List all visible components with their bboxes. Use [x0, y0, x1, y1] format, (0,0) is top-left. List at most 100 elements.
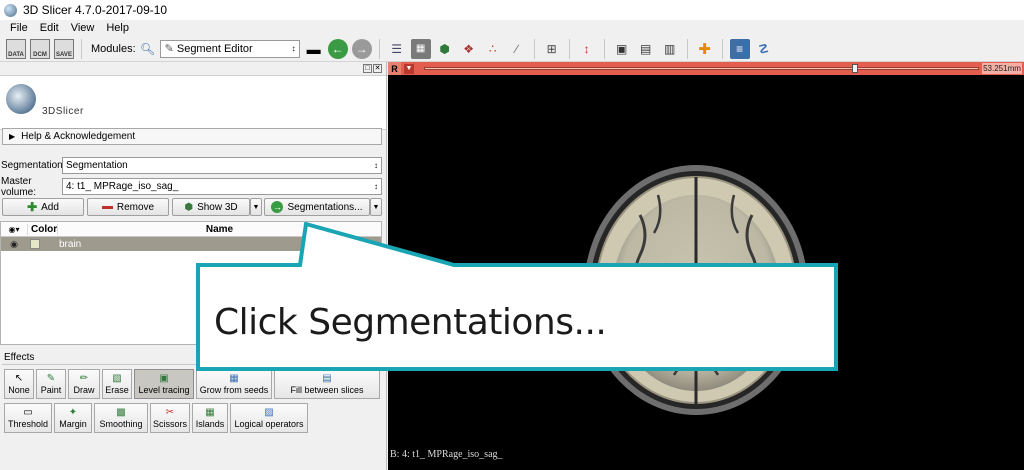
slice-controller-bar: R ▼ 53.251mm	[388, 62, 1024, 75]
load-dicom-button[interactable]: DCM	[30, 38, 50, 59]
segment-color-cell[interactable]	[27, 239, 57, 249]
module-selector[interactable]: ✎ Segment Editor ↕	[159, 39, 300, 58]
main-toolbar: DATA DCM SAVE Modules: 🔍︎ ✎ Segment Edit…	[0, 36, 1024, 62]
effect-grow-from-seeds-button[interactable]: ▦ Grow from seeds	[196, 369, 272, 399]
transforms-module-icon[interactable]: ❖	[459, 39, 479, 59]
islands-icon: ▦	[205, 407, 215, 418]
effect-level-tracing-label: Level tracing	[138, 385, 190, 395]
module-selector-value: Segment Editor	[176, 42, 253, 55]
models-module-icon[interactable]: ⬢	[435, 39, 455, 59]
slicer-logo-area: 3DSlicer	[0, 76, 386, 130]
show-3d-button[interactable]: ⬢ Show 3D	[172, 198, 250, 216]
menu-file[interactable]: File	[4, 22, 34, 34]
back-arrow-icon[interactable]: ←	[327, 38, 348, 59]
load-data-button[interactable]: DATA	[6, 38, 26, 59]
add-segment-label: Add	[41, 201, 59, 213]
effect-logical-operators-label: Logical operators	[234, 419, 304, 429]
segmentations-dropdown-arrow-icon: ▼	[372, 203, 380, 211]
save-label: SAVE	[56, 51, 72, 58]
eye-icon[interactable]: ◉	[1, 239, 27, 250]
save-button[interactable]: SAVE	[54, 38, 74, 59]
editor-module-icon[interactable]: ∕	[507, 39, 527, 59]
segmentation-selector-arrow-icon: ↕	[374, 161, 378, 170]
arrow-cursor-icon: ↖	[14, 373, 24, 384]
python-console-icon[interactable]: ☡	[754, 39, 774, 59]
tutorial-callout	[196, 222, 838, 371]
effect-smoothing-button[interactable]: ▩ Smoothing	[94, 403, 148, 433]
effect-logical-operators-button[interactable]: ▨ Logical operators	[230, 403, 308, 433]
remove-segment-button[interactable]: Remove	[87, 198, 169, 216]
toolbar-separator	[568, 38, 570, 59]
segmentations-button[interactable]: → Segmentations...	[264, 198, 370, 216]
segmentations-dropdown[interactable]: ▼	[370, 198, 382, 216]
slicer-app-icon	[4, 3, 17, 17]
layout-icon[interactable]: ⊞	[542, 39, 562, 59]
paint-brush-icon: ✎	[46, 373, 56, 384]
toolbar-separator	[533, 38, 535, 59]
scene-view-icon[interactable]: ▤	[636, 39, 656, 59]
screenshot-icon[interactable]: ▣	[612, 39, 632, 59]
markups-module-icon[interactable]: ∴	[483, 39, 503, 59]
help-acknowledgement-section[interactable]: ▶ Help & Acknowledgement	[2, 128, 382, 145]
effect-scissors-label: Scissors	[152, 419, 187, 429]
effect-margin-button[interactable]: ✦ Margin	[54, 403, 92, 433]
effect-grow-from-seeds-label: Grow from seeds	[199, 385, 269, 395]
viewer-background-caption: B: 4: t1_ MPRage_iso_sag_	[390, 449, 503, 460]
effect-none-button[interactable]: ↖ None	[4, 369, 34, 399]
modules-label: Modules:	[91, 42, 136, 55]
margin-icon: ✦	[68, 407, 78, 418]
menu-bar: File Edit View Help	[0, 20, 1024, 36]
slice-view-letter: R	[388, 62, 401, 75]
toolbar-separator	[686, 38, 688, 59]
visibility-column-icon: ◉▾	[8, 224, 20, 234]
effect-scissors-button[interactable]: ✂ Scissors	[150, 403, 190, 433]
volumes-module-icon[interactable]: ▦	[410, 38, 431, 59]
scene-view-restore-icon[interactable]: ▥	[660, 39, 680, 59]
master-volume-selector[interactable]: 4: t1_ MPRage_iso_sag_ ↕	[62, 178, 382, 195]
effect-fill-between-slices-button[interactable]: ▤ Fill between slices	[274, 369, 380, 399]
effect-islands-button[interactable]: ▦ Islands	[192, 403, 228, 433]
menu-edit[interactable]: Edit	[34, 22, 65, 34]
smoothing-icon: ▩	[116, 407, 126, 418]
menu-view[interactable]: View	[65, 22, 101, 34]
crosshair-mouse-icon[interactable]: ↕	[577, 39, 597, 59]
segmentations-arrow-icon: →	[271, 201, 284, 213]
close-panel-icon[interactable]: ✕	[373, 64, 382, 73]
show-3d-dropdown[interactable]: ▼	[250, 198, 262, 216]
effect-threshold-label: Threshold	[7, 419, 49, 429]
pencil-icon: ✏	[79, 373, 89, 384]
effect-paint-button[interactable]: ✎ Paint	[36, 369, 66, 399]
color-column-header: Color	[27, 223, 57, 235]
effect-smoothing-label: Smoothing	[99, 419, 143, 429]
pin-icon[interactable]: ▼	[404, 63, 414, 74]
extensions-icon[interactable]: ≡	[729, 38, 750, 59]
effect-paint-label: Paint	[40, 385, 62, 395]
effect-fill-between-slices-label: Fill between slices	[290, 385, 364, 395]
fiducial-place-icon[interactable]: ✚	[695, 39, 715, 59]
effect-draw-button[interactable]: ✏ Draw	[68, 369, 100, 399]
effect-level-tracing-button[interactable]: ▣ Level tracing	[134, 369, 194, 399]
forward-arrow-icon[interactable]: →	[351, 38, 372, 59]
add-segment-button[interactable]: ✚ Add	[2, 198, 84, 216]
color-swatch	[30, 239, 40, 249]
module-search-icon[interactable]: 🔍︎	[140, 39, 156, 59]
plus-icon: ✚	[27, 200, 38, 214]
slice-offset-slider[interactable]	[424, 64, 979, 73]
toolbar-separator	[81, 38, 82, 59]
segmentation-selector[interactable]: Segmentation ↕	[62, 157, 382, 174]
slice-offset-slider-thumb[interactable]	[852, 64, 858, 73]
float-panel-icon[interactable]: □	[363, 64, 372, 73]
effect-erase-button[interactable]: ▧ Erase	[102, 369, 132, 399]
effect-islands-label: Islands	[195, 419, 225, 429]
module-history-icon[interactable]: ▬	[304, 39, 324, 59]
segmentation-row: Segmentation: Segmentation ↕	[0, 157, 384, 174]
effect-threshold-button[interactable]: ▭ Threshold	[4, 403, 52, 433]
master-volume-row: Master volume: 4: t1_ MPRage_iso_sag_ ↕	[0, 176, 384, 198]
fill-slices-icon: ▤	[322, 373, 332, 384]
segment-editor-icon: ✎	[164, 43, 174, 55]
show-3d-label: Show 3D	[197, 201, 238, 213]
segmentations-label: Segmentations...	[287, 201, 363, 213]
menu-help[interactable]: Help	[100, 22, 135, 34]
data-module-icon[interactable]: ☰	[387, 39, 407, 59]
load-dicom-label: DCM	[33, 51, 47, 58]
